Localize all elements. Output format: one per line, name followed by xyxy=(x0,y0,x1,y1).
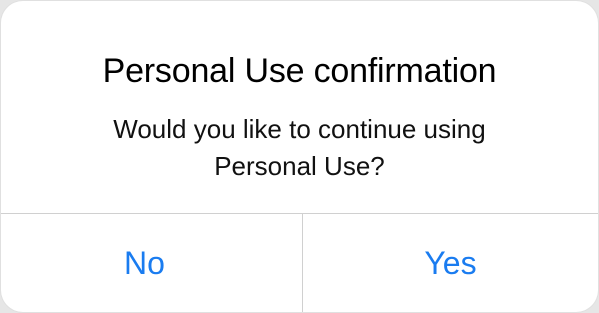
dialog-message: Would you like to continue using Persona… xyxy=(113,114,486,181)
dialog-body: Personal Use confirmation Would you like… xyxy=(1,1,598,213)
yes-button[interactable]: Yes xyxy=(303,214,598,312)
confirmation-dialog: Personal Use confirmation Would you like… xyxy=(1,1,598,312)
dialog-title: Personal Use confirmation xyxy=(102,52,497,90)
no-button[interactable]: No xyxy=(1,214,302,312)
